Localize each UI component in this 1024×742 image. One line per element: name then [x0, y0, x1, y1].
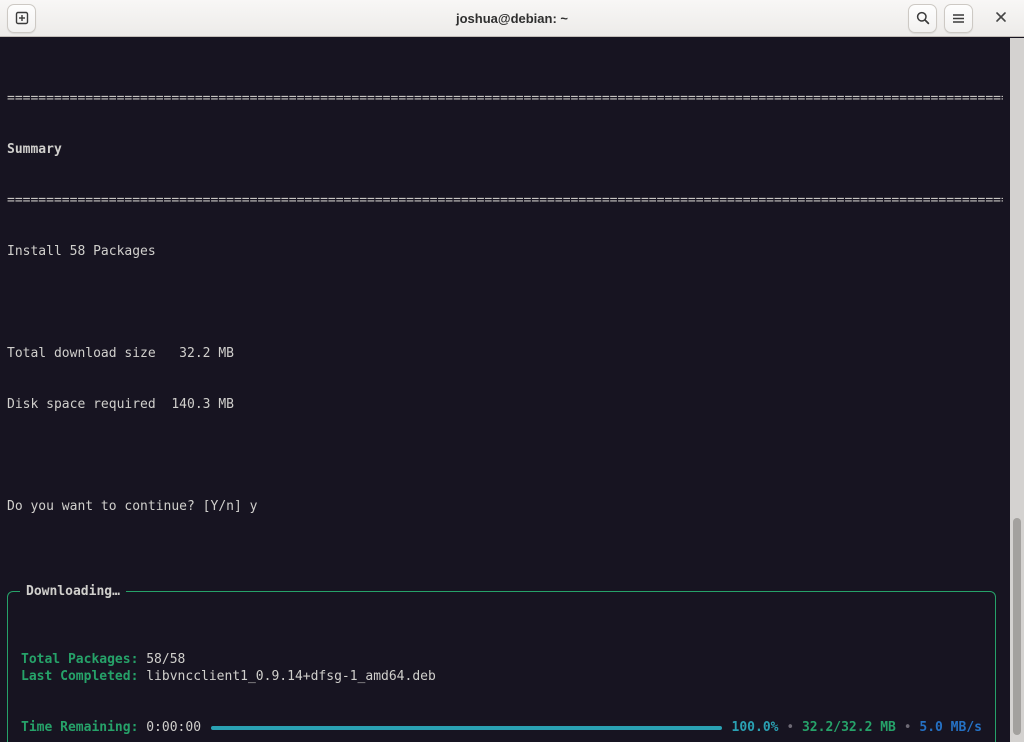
download-size-line: Total download size 32.2 MB [7, 345, 1003, 362]
terminal-output[interactable]: ========================================… [0, 37, 1024, 742]
download-info-value: libvncclient1_0.9.14+dfsg-1_amd64.deb [138, 669, 435, 684]
bullet [778, 719, 786, 736]
separator-line: ========================================… [7, 192, 1003, 209]
download-speed: 5.0 MB/s [919, 719, 982, 736]
summary-heading: Summary [7, 141, 1003, 158]
scrollbar-track[interactable] [1010, 38, 1024, 742]
bullet: • [786, 719, 794, 736]
disk-space-line: Disk space required 140.3 MB [7, 396, 1003, 413]
close-button[interactable] [988, 5, 1014, 31]
bullet: • [904, 719, 912, 736]
new-tab-button[interactable] [7, 4, 36, 33]
header-bar: joshua@debian: ~ [0, 0, 1024, 37]
download-info-label: Total Packages: [21, 652, 138, 667]
continue-prompt-line: Do you want to continue? [Y/n] y [7, 498, 1003, 515]
search-button[interactable] [908, 4, 937, 33]
new-tab-icon [14, 10, 30, 26]
menu-button[interactable] [944, 4, 973, 33]
download-amount: 32.2/32.2 MB [802, 719, 896, 736]
separator-line: ========================================… [7, 90, 1003, 107]
download-info-row: Total Packages: 58/58 [21, 651, 982, 668]
hamburger-menu-icon [951, 11, 966, 26]
download-info-value: 58/58 [138, 652, 185, 667]
download-progress-bar [211, 726, 721, 730]
terminal-window: joshua@debian: ~ [0, 0, 1024, 742]
progress-value [138, 719, 146, 736]
install-count-line: Install 58 Packages [7, 243, 1003, 260]
download-info-row: Last Completed: libvncclient1_0.9.14+dfs… [21, 668, 982, 685]
downloading-panel-title: Downloading… [20, 583, 126, 600]
downloading-panel: Downloading… Total Packages: 58/58Last C… [7, 591, 996, 742]
download-progress-row: Time Remaining: 0:00:00 100.0% • 32.2/32… [21, 719, 982, 736]
time-remaining-value: 0:00:00 [146, 719, 201, 736]
window-title: joshua@debian: ~ [0, 11, 1024, 26]
download-percent: 100.0% [732, 719, 779, 736]
scrollbar-thumb[interactable] [1013, 518, 1021, 735]
search-icon [915, 10, 931, 26]
progress-label: Time Remaining: [21, 719, 138, 736]
close-icon [995, 10, 1007, 27]
download-info-label: Last Completed: [21, 669, 138, 684]
